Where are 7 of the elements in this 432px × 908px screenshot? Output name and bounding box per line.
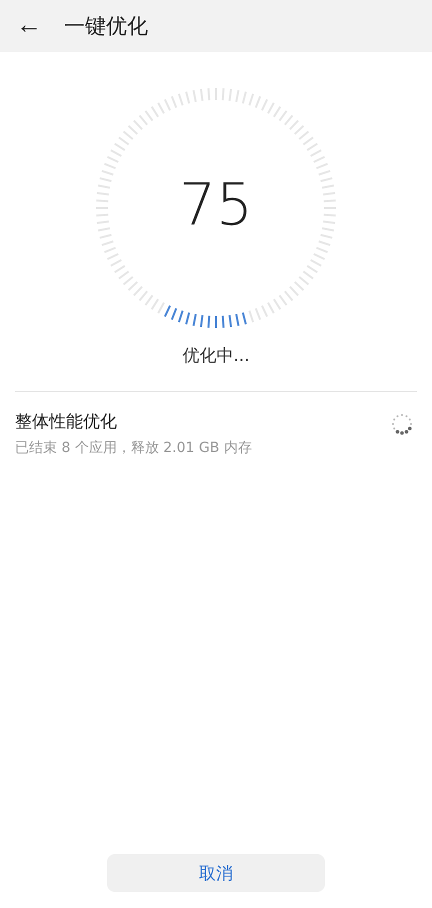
task-detail: 已结束 8 个应用，释放 2.01 GB 内存 (15, 439, 252, 457)
score-value: 75 (179, 176, 253, 234)
page-title: 一键优化 (64, 13, 148, 40)
task-title: 整体性能优化 (15, 411, 118, 433)
cancel-button[interactable]: 取消 (107, 854, 325, 892)
back-button[interactable]: ← (14, 11, 44, 41)
status-text: 优化中... (182, 345, 250, 367)
